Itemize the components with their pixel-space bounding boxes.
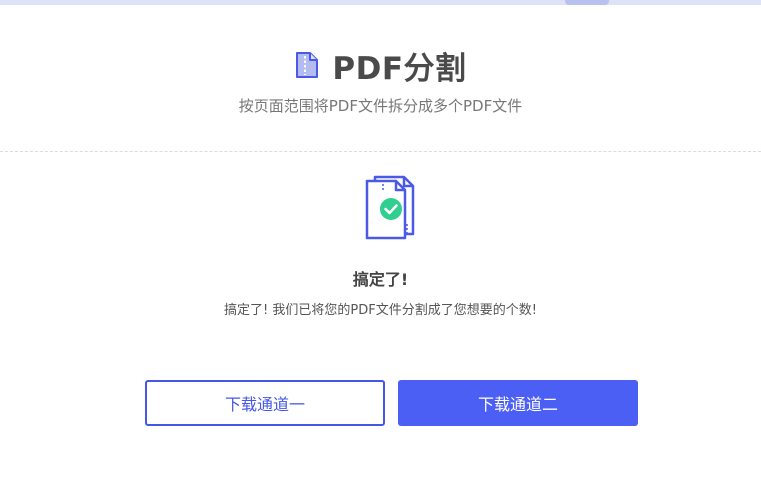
download-channel-2-button[interactable]: 下载通道二: [398, 380, 638, 426]
page-subtitle: 按页面范围将PDF文件拆分成多个PDF文件: [238, 97, 523, 115]
download-channel-1-button[interactable]: 下载通道一: [145, 380, 385, 426]
pdf-split-result-page: PDF分割 按页面范围将PDF文件拆分成多个PDF文件 搞定了! 搞定了! 我们…: [0, 0, 761, 491]
top-bar: [0, 0, 761, 5]
result-title: 搞定了!: [352, 270, 409, 289]
page-title: PDF分割: [332, 50, 467, 87]
section-divider: [0, 151, 761, 152]
split-success-icon: [365, 175, 415, 240]
pdf-split-icon: [296, 52, 319, 78]
result-message: 搞定了! 我们已将您的PDF文件分割成了您想要的个数!: [224, 303, 537, 318]
title-row: PDF分割: [0, 44, 761, 87]
top-bar-tab: [565, 0, 609, 5]
